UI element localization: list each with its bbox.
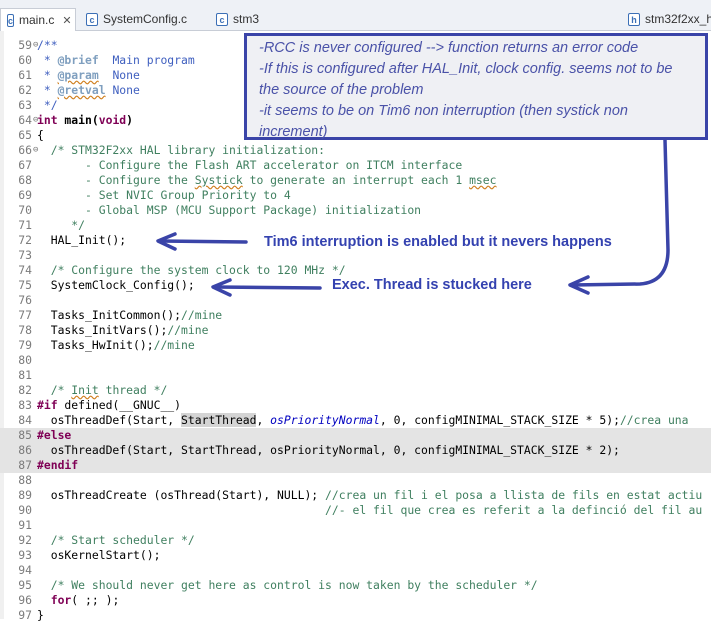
code-line: 68 - Configure the Systick to generate a… — [18, 173, 497, 187]
code-line: 91 — [18, 518, 32, 532]
code-line: 90 //- el fil que crea es referit a la d… — [18, 503, 703, 517]
code-line: 74 /* Configure the system clock to 120 … — [18, 263, 346, 277]
c-file-icon: c — [216, 12, 228, 26]
sysclock-annotation: Exec. Thread is stucked here — [332, 277, 532, 293]
code-line: 96 for( ;; ); — [18, 593, 120, 607]
tab-label: main.c — [19, 13, 55, 27]
tab-label: stm3 — [233, 12, 260, 26]
code-line: 83 #if defined(__GNUC__) — [18, 398, 182, 412]
code-line: 78 Tasks_InitVars();//mine — [18, 323, 209, 337]
tab-label: stm32f2xx_h — [645, 12, 711, 26]
code-line: 73 — [18, 248, 32, 262]
note-line: the source of the problem — [259, 82, 424, 98]
note-line: -it seems to be on Tim6 non interruption… — [259, 103, 628, 119]
code-line: 70 - Global MSP (MCU Support Package) in… — [18, 203, 422, 217]
close-icon[interactable]: ✕ — [62, 14, 71, 27]
code-line: 92 /* Start scheduler */ — [18, 533, 195, 547]
tab-label: SystemConfig.c — [103, 12, 188, 26]
tab-stm32f2xx-h[interactable]: h stm32f2xx_h — [622, 8, 711, 30]
note-line: -If this is configured after HAL_Init, c… — [259, 61, 673, 77]
annotation-note-box: -RCC is never configured --> function re… — [244, 33, 708, 140]
code-line: 93 osKernelStart(); — [18, 548, 161, 562]
code-line: 76 — [18, 293, 32, 307]
code-line: 80 — [18, 353, 32, 367]
code-line: 67 - Configure the Flash ART accelerator… — [18, 158, 463, 172]
tab-systemconfig-c[interactable]: c SystemConfig.c — [80, 8, 193, 30]
code-line: 84 osThreadDef(Start, StartThread, osPri… — [18, 413, 696, 427]
tab-main-c[interactable]: c main.c ✕ — [0, 8, 76, 31]
code-line: 86 osThreadDef(Start, StartThread, osPri… — [0, 443, 711, 458]
code-line: 71 */ — [18, 218, 86, 232]
c-file-icon: c — [86, 12, 98, 26]
code-line: 85 #else — [0, 428, 711, 443]
code-line: 66 ⊖ /* STM32F2xx HAL library initializat… — [18, 143, 326, 157]
code-line: 89 osThreadCreate (osThread(Start), NULL… — [18, 488, 703, 502]
note-line: -RCC is never configured --> function re… — [259, 40, 639, 56]
h-file-icon: h — [628, 12, 640, 26]
tab-stm3[interactable]: c stm3 — [210, 8, 265, 30]
editor-tab-bar: c main.c ✕ c SystemConfig.c c stm3 h stm… — [0, 0, 711, 31]
code-line: 77 Tasks_InitCommon();//mine — [18, 308, 223, 322]
code-line: 95 /* We should never get here as contro… — [18, 578, 538, 592]
code-line: 69 - Set NVIC Group Priority to 4 — [18, 188, 291, 202]
c-file-icon: c — [7, 13, 15, 27]
code-line: 88 — [18, 473, 32, 487]
code-line: 79 Tasks_HwInit();//mine — [18, 338, 195, 352]
code-line: 82 /* Init thread */ — [18, 383, 168, 397]
code-line: 94 — [18, 563, 32, 577]
code-line: 87 #endif — [0, 458, 711, 473]
hal-init-annotation: Tim6 interruption is enabled but it neve… — [264, 234, 612, 250]
code-line: 81 — [18, 368, 32, 382]
code-line: 97} — [18, 608, 44, 622]
note-line: increment) — [259, 124, 328, 140]
